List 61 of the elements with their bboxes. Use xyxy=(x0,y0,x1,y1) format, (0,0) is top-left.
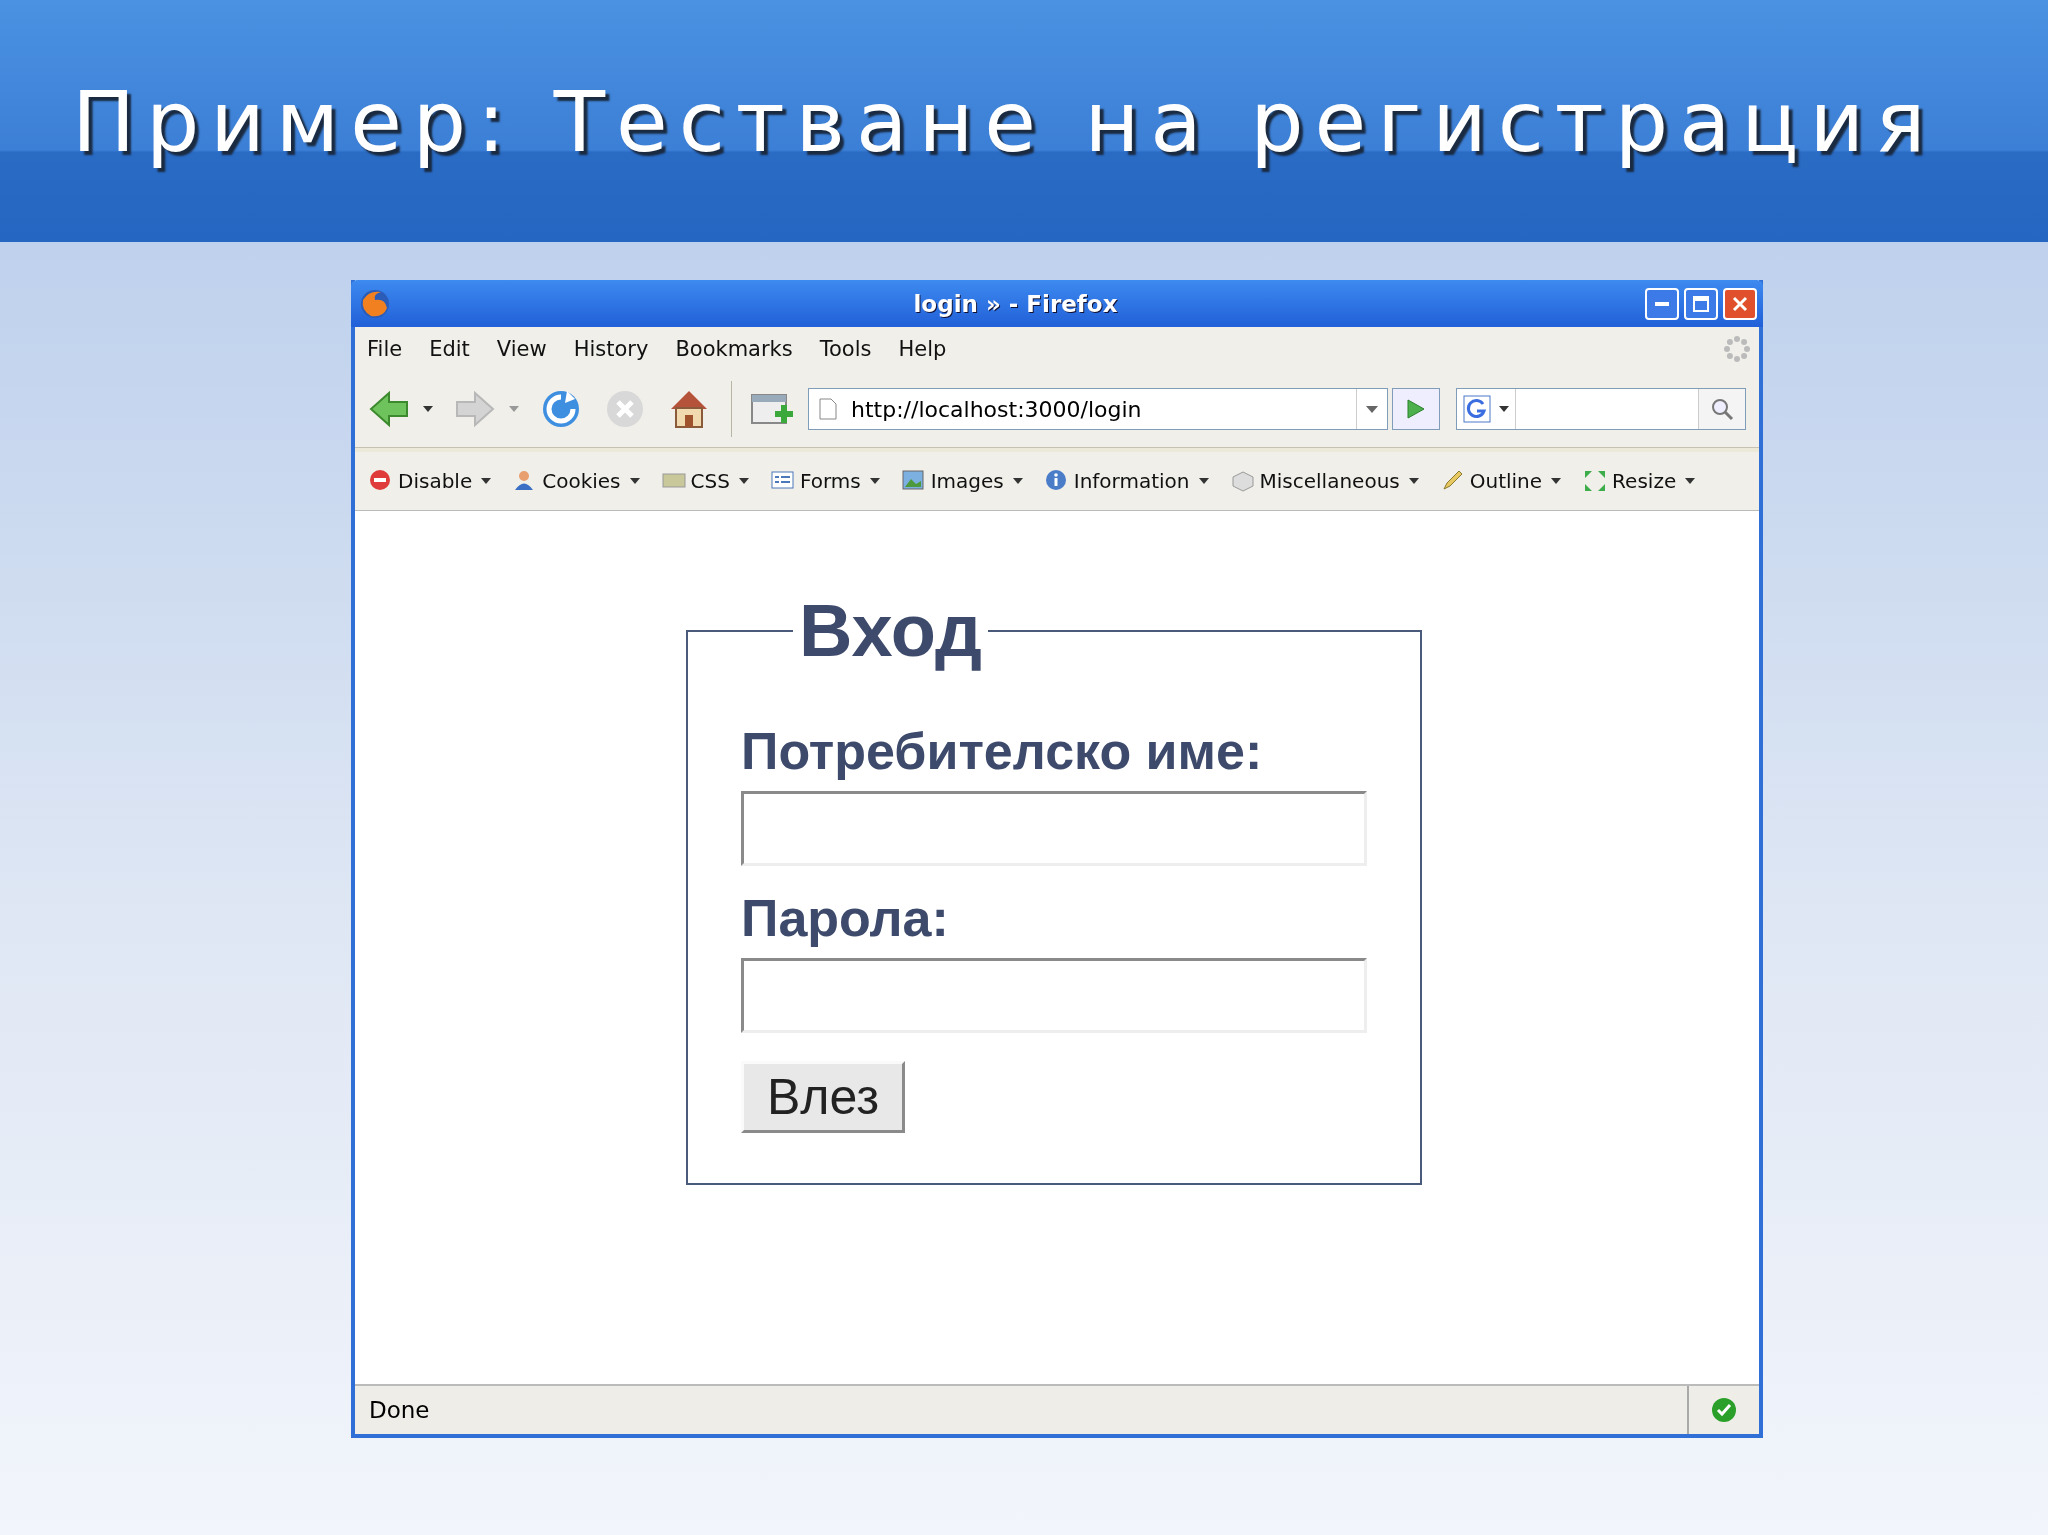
no-entry-icon xyxy=(369,469,393,493)
toolbar-menu-button[interactable]: Forms xyxy=(770,469,880,493)
menu-item[interactable]: File xyxy=(367,337,403,361)
minimize-icon xyxy=(1655,301,1669,306)
image-icon xyxy=(901,469,926,493)
field-label: Потребителско име: xyxy=(741,721,1264,781)
globe-icon xyxy=(359,287,391,320)
caret-icon xyxy=(1499,406,1509,412)
caret-icon xyxy=(1198,478,1209,484)
caret-icon xyxy=(1685,478,1696,484)
caret-icon xyxy=(1366,405,1378,413)
close-button[interactable] xyxy=(1723,287,1757,320)
caret-icon xyxy=(869,478,880,484)
caret-icon xyxy=(481,478,492,484)
status-text: Done xyxy=(355,1386,1689,1434)
toolbar-menu-button[interactable]: Cookies xyxy=(513,469,640,493)
form-legend: Вход xyxy=(793,588,988,673)
toolbar-menu-button[interactable]: Miscellaneous xyxy=(1230,469,1419,493)
menu-item[interactable]: View xyxy=(496,337,547,361)
info-icon xyxy=(1044,469,1069,493)
caret-icon xyxy=(629,478,640,484)
menu-item[interactable]: Tools xyxy=(819,337,872,361)
input-field[interactable] xyxy=(741,958,1367,1033)
field-label: Парола: xyxy=(741,888,950,948)
caret-icon xyxy=(1551,478,1562,484)
caret-icon xyxy=(1012,478,1023,484)
menu-item[interactable]: History xyxy=(573,337,649,361)
caret-icon xyxy=(738,478,749,484)
close-icon xyxy=(1732,295,1748,312)
toolbar-menu-button[interactable]: Information xyxy=(1044,469,1209,493)
login-button[interactable]: Влез xyxy=(741,1061,905,1133)
resize-arrows-icon xyxy=(1583,469,1608,493)
throbber-icon xyxy=(1723,335,1751,363)
block-icon xyxy=(1230,469,1255,493)
slide-title: Пример: Тестване на регистрация xyxy=(72,73,1937,171)
maximize-button[interactable] xyxy=(1684,287,1718,320)
menu-item[interactable]: Help xyxy=(898,337,947,361)
toolbar-menu-button[interactable]: Outline xyxy=(1440,469,1562,493)
caret-icon xyxy=(423,406,433,412)
address-field[interactable]: http://localhost:3000/login xyxy=(808,388,1388,430)
search-button[interactable] xyxy=(1698,389,1745,429)
toolbar-menu-button[interactable]: CSS xyxy=(661,469,749,493)
toolbar-menu-button[interactable]: Disable xyxy=(369,469,492,493)
go-button[interactable] xyxy=(1392,388,1440,430)
pencil-icon xyxy=(1440,469,1465,493)
maximize-icon xyxy=(1693,295,1709,312)
g-logo-icon[interactable] xyxy=(1463,395,1491,423)
play-icon xyxy=(1406,398,1426,420)
menu-item[interactable]: Edit xyxy=(429,337,470,361)
toolbar-menu-button[interactable]: Images xyxy=(901,469,1023,493)
window-title: login » - Firefox xyxy=(912,290,1119,317)
menu-item[interactable]: Bookmarks xyxy=(675,337,793,361)
caret-icon xyxy=(1408,478,1419,484)
search-icon xyxy=(1710,397,1734,421)
input-field[interactable] xyxy=(741,791,1367,866)
search-field[interactable] xyxy=(1456,388,1746,430)
minimize-button[interactable] xyxy=(1645,287,1679,320)
page-icon xyxy=(819,398,837,420)
caret-icon xyxy=(509,406,519,412)
check-icon xyxy=(1711,1397,1737,1423)
toolbar-menu-button[interactable]: Resize xyxy=(1583,469,1696,493)
